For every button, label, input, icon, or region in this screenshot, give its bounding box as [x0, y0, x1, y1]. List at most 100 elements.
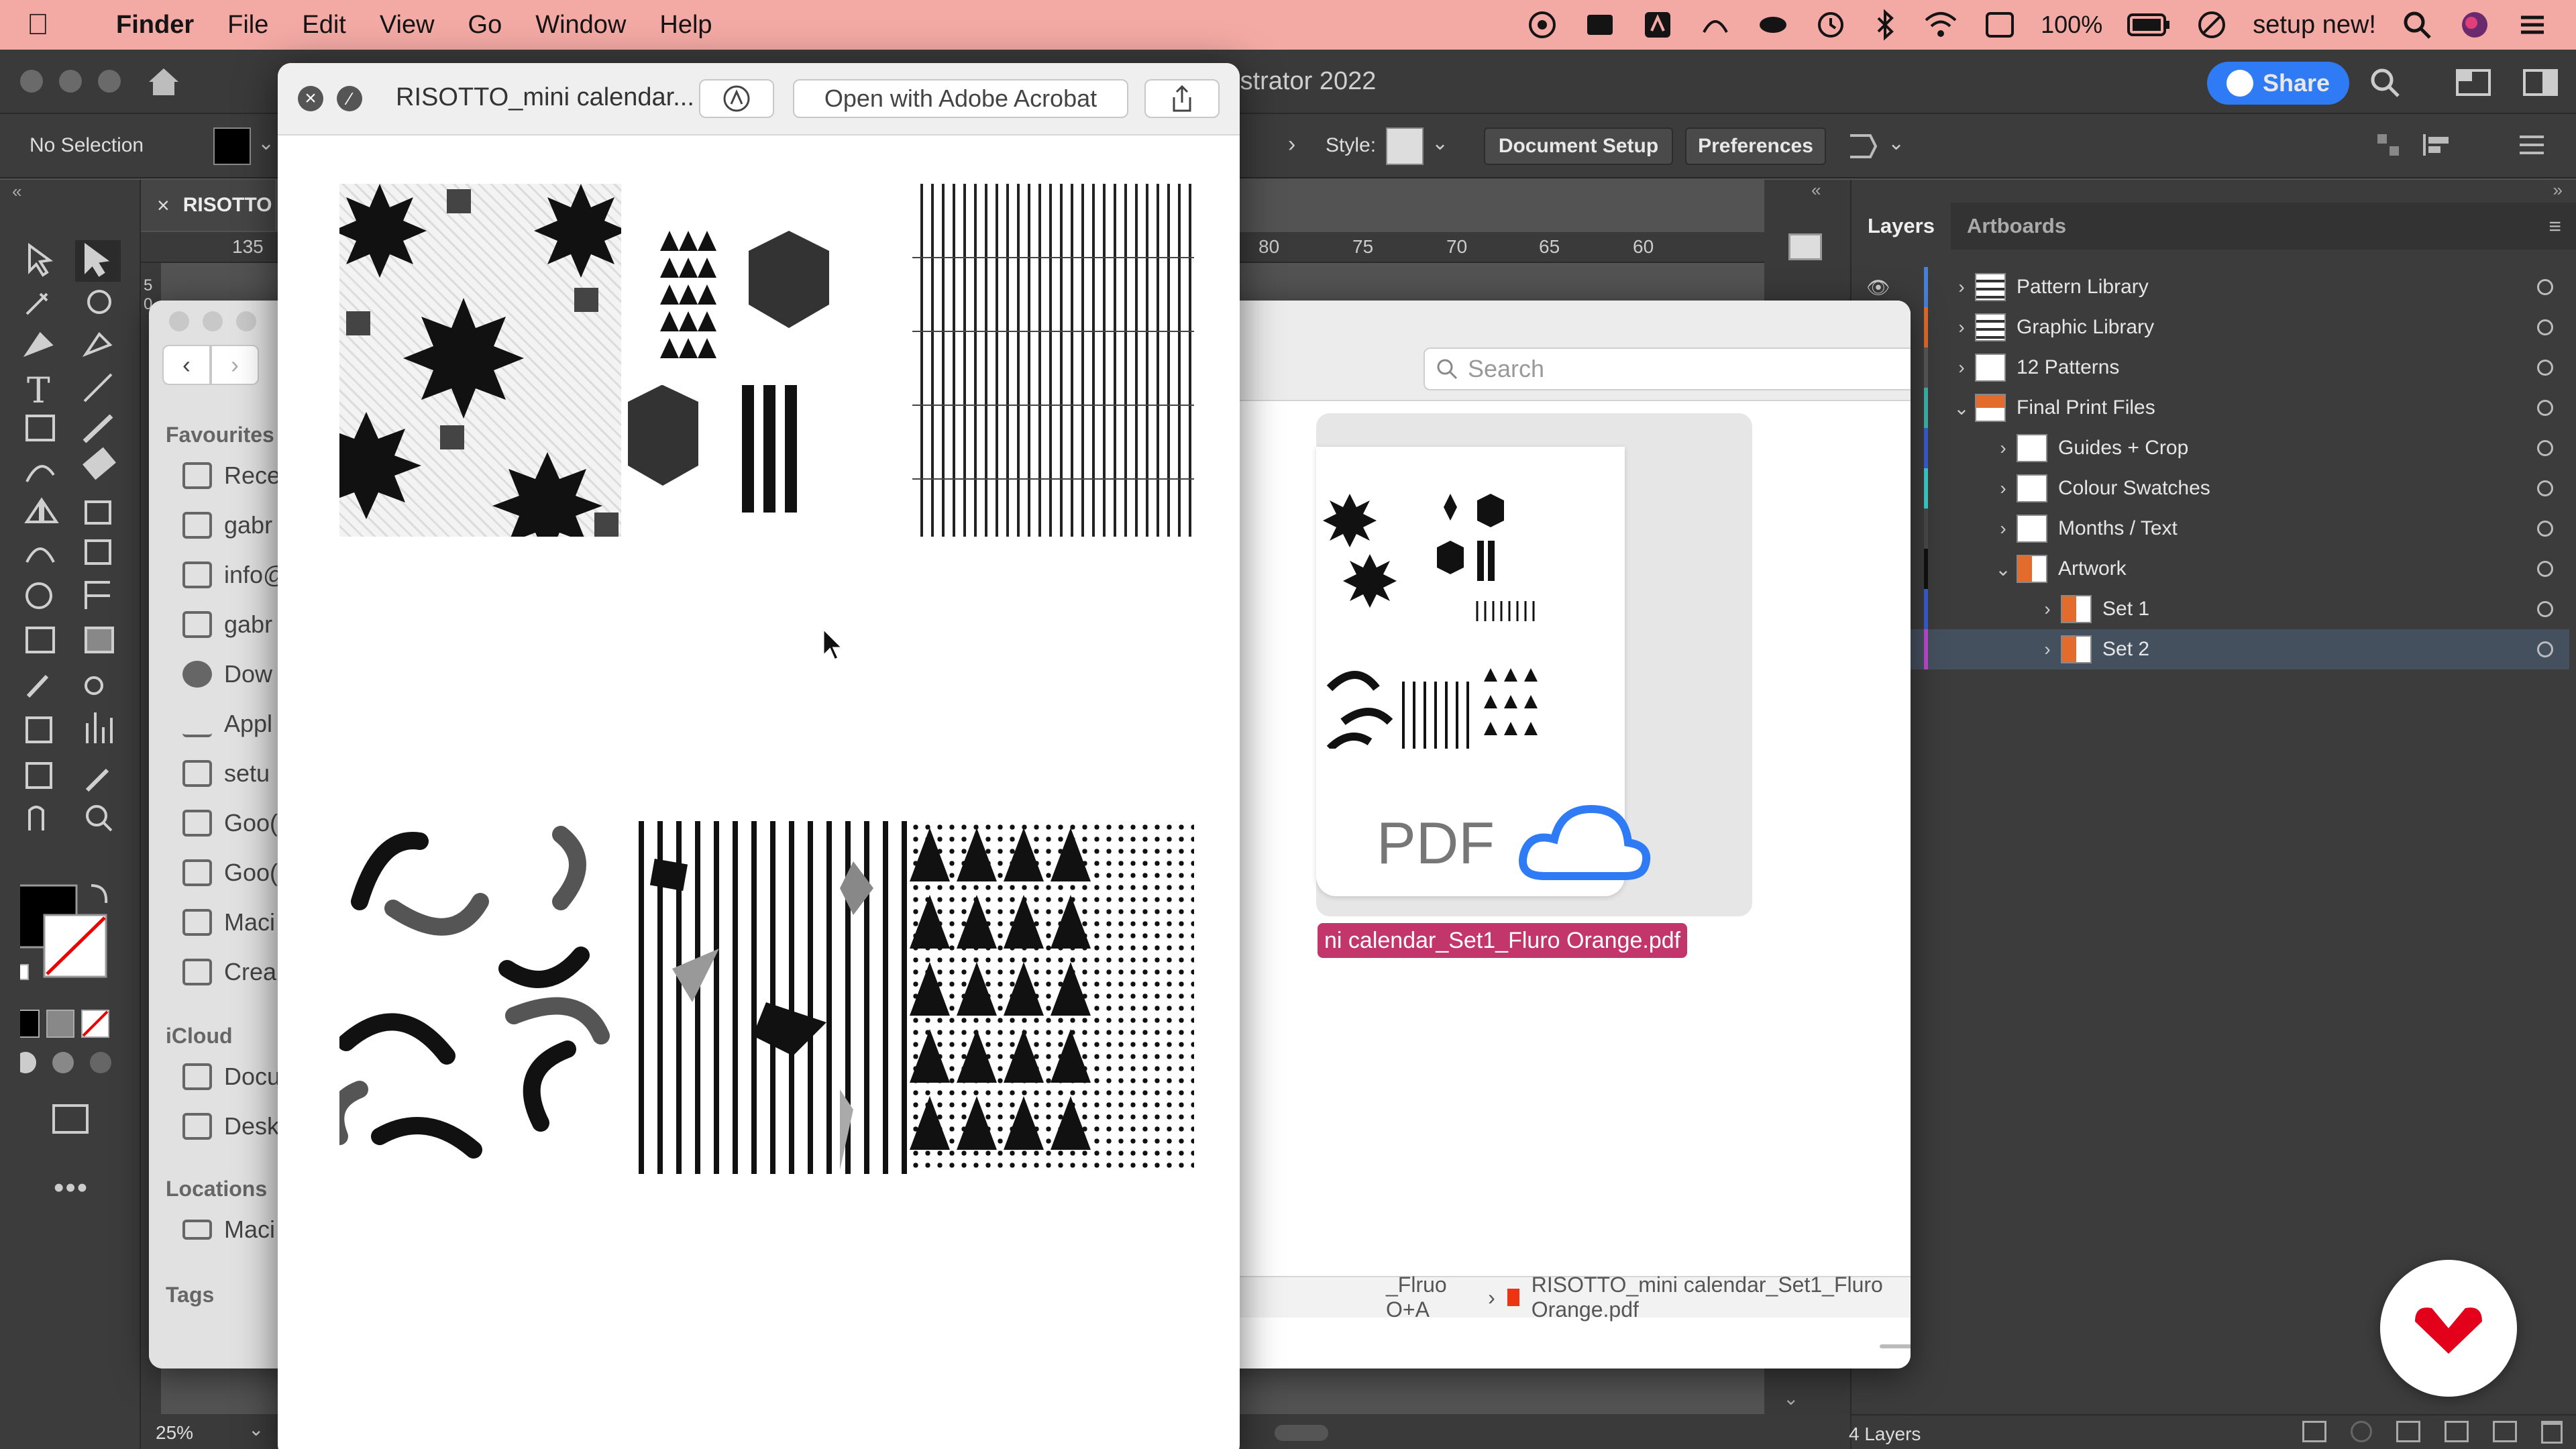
document-setup-button[interactable]: Document Setup — [1484, 127, 1673, 165]
menu-user-name[interactable]: setup new! — [2253, 11, 2376, 40]
close-window-button[interactable] — [20, 70, 43, 93]
battery-icon[interactable] — [2127, 11, 2171, 38]
layer-target-icon[interactable] — [2537, 440, 2553, 456]
document-tab[interactable]: × RISOTTO — [141, 180, 275, 231]
menu-edit[interactable]: Edit — [302, 11, 345, 40]
close-tab-icon[interactable]: × — [157, 193, 170, 218]
chevron-right-icon[interactable]: › — [1948, 357, 1975, 378]
eraser-tool-icon[interactable] — [83, 447, 116, 480]
sidebar-item-documents[interactable]: Docu — [182, 1063, 280, 1091]
acrobat-icon[interactable] — [1641, 8, 1674, 42]
zoom-window-button[interactable] — [236, 311, 256, 331]
pen-tool-icon[interactable] — [23, 331, 54, 358]
collapse-panel-icon[interactable]: » — [2553, 180, 2563, 201]
layer-name[interactable]: Pattern Library — [2017, 276, 2149, 299]
layer-name[interactable]: 12 Patterns — [2017, 356, 2119, 379]
layer-target-icon[interactable] — [2537, 601, 2553, 617]
bridge-icon[interactable] — [1583, 8, 1617, 42]
menu-file[interactable]: File — [227, 11, 268, 40]
panel-menu-icon[interactable] — [2517, 131, 2546, 158]
creative-cloud-icon[interactable] — [1525, 8, 1559, 42]
color-mode-icon[interactable] — [20, 1010, 40, 1038]
visibility-eye-icon[interactable]: 👁 — [1858, 276, 1898, 299]
chevron-right-icon[interactable]: › — [1990, 437, 2017, 459]
paintbrush-tool-icon[interactable] — [83, 414, 113, 443]
screen-mode-icon[interactable] — [52, 1104, 89, 1134]
layer-row-final-print-files[interactable]: ⌄ Final Print Files — [1858, 388, 2569, 428]
horizontal-scrollbar[interactable] — [1275, 1425, 1328, 1441]
menu-go[interactable]: Go — [468, 11, 502, 40]
time-machine-icon[interactable] — [1814, 8, 1847, 42]
selection-tool-icon[interactable] — [28, 243, 54, 277]
preferences-button[interactable]: Preferences — [1685, 127, 1826, 165]
sidebar-item-desktop[interactable]: Desk — [182, 1112, 279, 1140]
menu-app-name[interactable]: Finder — [116, 11, 194, 40]
chevron-right-icon[interactable]: › — [1948, 317, 1975, 338]
align-icon[interactable] — [2375, 131, 2402, 158]
draw-inside-icon[interactable] — [90, 1052, 111, 1073]
sidebar-item-macintosh[interactable]: Maci — [182, 908, 275, 936]
layer-row-set-2[interactable]: › Set 2 — [1858, 629, 2569, 669]
swap-colors-icon[interactable] — [91, 884, 108, 904]
share-button[interactable] — [1144, 79, 1220, 118]
home-icon[interactable] — [146, 66, 181, 98]
artboard-tool-icon[interactable] — [25, 762, 52, 789]
layer-name[interactable]: Final Print Files — [2017, 396, 2155, 419]
chevron-down-icon[interactable]: ⌄ — [258, 131, 274, 155]
panel-menu-icon[interactable]: ≡ — [2548, 214, 2561, 239]
slice-tool-icon[interactable] — [85, 768, 109, 792]
layer-name[interactable]: Graphic Library — [2017, 316, 2154, 339]
sidebar-item-applications[interactable]: Appl — [182, 710, 272, 738]
search-field[interactable]: Search — [1424, 347, 1911, 390]
zoom-level[interactable]: 25% — [156, 1422, 193, 1444]
hand-tool-icon[interactable] — [28, 806, 44, 830]
layer-name[interactable]: Guides + Crop — [2058, 437, 2188, 460]
distribute-icon[interactable] — [2422, 131, 2451, 158]
layer-target-icon[interactable] — [2537, 561, 2553, 577]
layer-row-graphic-library[interactable]: › Graphic Library — [1858, 307, 2569, 347]
mesh-tool-icon[interactable] — [25, 627, 55, 653]
symbol-sprayer-tool-icon[interactable] — [25, 716, 52, 743]
sidebar-item-macintosh-hd[interactable]: Maci — [182, 1216, 275, 1244]
siri-icon[interactable] — [2458, 8, 2491, 42]
draw-behind-icon[interactable] — [52, 1052, 74, 1073]
layer-name[interactable]: Colour Swatches — [2058, 477, 2210, 500]
layer-name[interactable]: Months / Text — [2058, 517, 2178, 540]
chevron-right-icon[interactable]: › — [1948, 276, 1975, 298]
eye-icon[interactable] — [1756, 8, 1790, 42]
fullscreen-icon[interactable]: ∕ — [337, 86, 362, 111]
bluetooth-icon[interactable] — [1872, 8, 1898, 42]
export-icon[interactable] — [2302, 1421, 2326, 1442]
chevron-right-icon[interactable]: › — [2034, 639, 2061, 660]
perspective-grid-tool-icon[interactable] — [85, 581, 110, 609]
new-sublayer-icon[interactable] — [2445, 1421, 2469, 1442]
chevron-right-icon[interactable]: › — [1990, 518, 2017, 539]
markup-button[interactable] — [699, 79, 774, 118]
minimize-window-button[interactable] — [203, 311, 223, 331]
focus-icon[interactable] — [2195, 8, 2229, 42]
path-file[interactable]: RISOTTO_mini calendar_Set1_Fluro Orange.… — [1532, 1273, 1911, 1322]
tab-artboards[interactable]: Artboards — [1951, 214, 2082, 238]
fill-swatch[interactable] — [213, 127, 251, 165]
layer-name[interactable]: Set 2 — [2102, 638, 2149, 661]
curvature-tool-icon[interactable] — [82, 331, 113, 358]
forward-button[interactable]: › — [211, 345, 259, 385]
sidebar-item-gabr-1[interactable]: gabr — [182, 511, 272, 539]
sidebar-item-gabr-2[interactable]: gabr — [182, 610, 272, 639]
style-swatch[interactable] — [1386, 127, 1424, 165]
close-icon[interactable]: × — [298, 86, 323, 111]
layer-target-icon[interactable] — [2537, 360, 2553, 376]
path-folder[interactable]: _Flruo O+A — [1386, 1273, 1476, 1322]
apple-icon[interactable]:  — [27, 8, 49, 42]
sidebar-item-setup[interactable]: setu — [182, 759, 270, 788]
menu-window[interactable]: Window — [535, 11, 626, 40]
wifi-icon[interactable] — [1923, 8, 1959, 42]
chevron-down-icon[interactable]: ⌄ — [248, 1418, 264, 1440]
creative-cloud-status-icon[interactable] — [1699, 8, 1732, 42]
icon-size-slider[interactable] — [1880, 1344, 1911, 1348]
type-tool-icon[interactable]: T — [27, 371, 50, 411]
layer-row-set-1[interactable]: › Set 1 — [1858, 589, 2569, 629]
tab-layers[interactable]: Layers — [1851, 203, 1951, 250]
minimize-window-button[interactable] — [59, 70, 82, 93]
shaper-tool-icon[interactable] — [25, 465, 55, 482]
